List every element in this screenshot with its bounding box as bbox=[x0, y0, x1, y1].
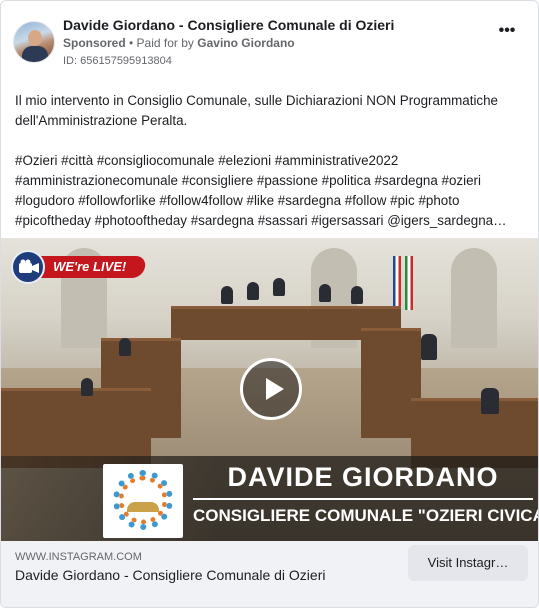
more-options-button[interactable]: ••• bbox=[496, 22, 518, 43]
council-member bbox=[351, 286, 363, 304]
council-member bbox=[319, 284, 331, 302]
post-header: Davide Giordano - Consigliere Comunale d… bbox=[13, 15, 526, 71]
video-player[interactable]: WE're LIVE! DAVIDE GIORDANO CONSIGLIERE … bbox=[1, 238, 539, 541]
banner-role: CONSIGLIERE COMUNALE "OZIERI CIVICA" bbox=[193, 506, 539, 525]
hashtags-line-2[interactable]: #amministrazionecomunale #consigliere #p… bbox=[15, 171, 529, 191]
profile-avatar[interactable] bbox=[13, 21, 55, 63]
council-member bbox=[481, 388, 499, 414]
council-member bbox=[247, 282, 259, 300]
wall-arch bbox=[451, 248, 497, 348]
council-member bbox=[421, 334, 437, 360]
avatar-torso bbox=[22, 46, 48, 62]
meta-separator: • bbox=[125, 36, 137, 50]
flag bbox=[405, 256, 413, 310]
sponsor-line: Sponsored • Paid for by Gavino Giordano bbox=[63, 36, 295, 50]
banner-name: DAVIDE GIORDANO bbox=[227, 462, 499, 492]
council-member bbox=[221, 286, 233, 304]
paid-for-prefix: Paid for by bbox=[136, 36, 194, 50]
hashtags-line-1[interactable]: #Ozieri #città #consigliocomunale #elezi… bbox=[15, 151, 529, 171]
more-horizontal-icon: ••• bbox=[498, 22, 516, 39]
council-member bbox=[119, 338, 131, 356]
play-icon bbox=[266, 378, 284, 400]
live-badge-text: WE're LIVE! bbox=[53, 259, 127, 274]
hashtags-line-4[interactable]: #picoftheday #photooftheday #sardegna #s… bbox=[15, 211, 529, 231]
post-body: Il mio intervento in Consiglio Comunale,… bbox=[15, 91, 529, 231]
live-badge: WE're LIVE! bbox=[11, 250, 147, 284]
video-name-banner: DAVIDE GIORDANO CONSIGLIERE COMUNALE "OZ… bbox=[1, 456, 539, 541]
video-camera-icon bbox=[11, 250, 45, 284]
play-button[interactable] bbox=[240, 358, 302, 420]
live-pill: WE're LIVE! bbox=[33, 256, 147, 278]
paid-for-name: Gavino Giordano bbox=[197, 36, 295, 50]
link-domain: WWW.INSTAGRAM.COM bbox=[15, 551, 142, 563]
logo-inner-ring bbox=[119, 476, 167, 524]
logo-bridge bbox=[127, 502, 159, 512]
post-paragraph: Il mio intervento in Consiglio Comunale,… bbox=[15, 93, 499, 128]
banner-divider bbox=[193, 498, 533, 500]
link-preview-footer[interactable]: WWW.INSTAGRAM.COM Davide Giordano - Cons… bbox=[1, 541, 538, 607]
ad-card: Davide Giordano - Consigliere Comunale d… bbox=[0, 0, 539, 608]
flag bbox=[393, 256, 401, 310]
council-member bbox=[273, 278, 285, 296]
avatar-head bbox=[28, 30, 42, 46]
page-name-link[interactable]: Davide Giordano - Consigliere Comunale d… bbox=[63, 17, 394, 33]
hashtags-line-3[interactable]: #logudoro #followforlike #follow4follow … bbox=[15, 191, 529, 211]
link-title[interactable]: Davide Giordano - Consigliere Comunale d… bbox=[15, 567, 325, 583]
council-member bbox=[81, 378, 93, 396]
visit-instagram-button[interactable]: Visit Instagr… bbox=[408, 545, 528, 581]
sponsored-label[interactable]: Sponsored bbox=[63, 36, 126, 50]
ad-id: ID: 656157595913804 bbox=[63, 55, 172, 67]
ozieri-civica-logo bbox=[103, 464, 183, 538]
